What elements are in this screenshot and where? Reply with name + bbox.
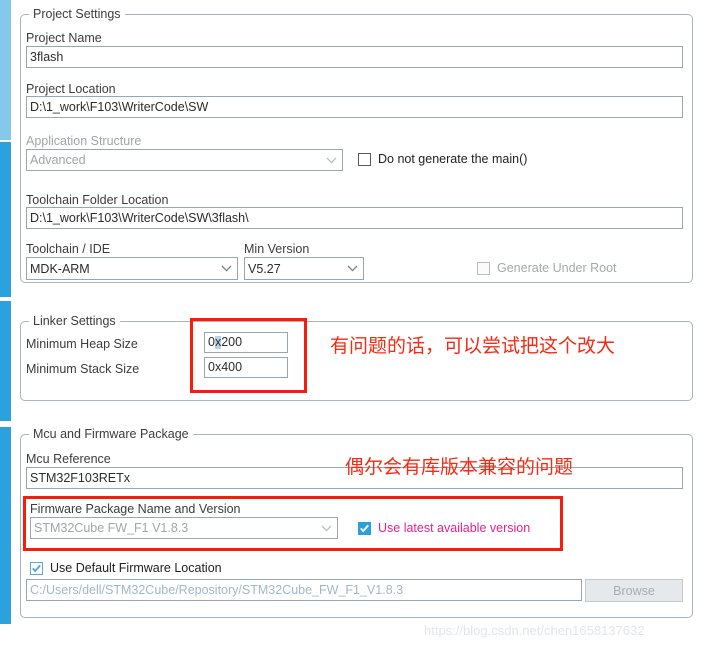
firmware-package-label: Firmware Package Name and Version bbox=[30, 502, 241, 516]
minimum-heap-size-input[interactable]: 0 x 200 bbox=[204, 332, 288, 353]
min-version-label: Min Version bbox=[244, 242, 310, 256]
toolchain-folder-location-input[interactable]: D:\1_work\F103\WriterCode\SW\3flash\ bbox=[26, 207, 683, 229]
mcu-annotation-text: 偶尔会有库版本兼容的问题 bbox=[345, 456, 574, 478]
left-rail-segment-top bbox=[0, 0, 11, 140]
application-structure-combo[interactable]: Advanced bbox=[26, 149, 343, 171]
toolchain-folder-location-label: Toolchain Folder Location bbox=[26, 193, 169, 207]
firmware-location-input: C:/Users/dell/STM32Cube/Repository/STM32… bbox=[26, 579, 582, 601]
generate-under-root-label: Generate Under Root bbox=[497, 261, 617, 275]
chevron-down-icon bbox=[323, 150, 339, 170]
min-version-combo[interactable]: V5.27 bbox=[244, 257, 364, 280]
mcu-firmware-title: Mcu and Firmware Package bbox=[29, 426, 193, 442]
chevron-down-icon bbox=[318, 518, 334, 538]
watermark-text: https://blog.csdn.net/chen1658137632 bbox=[424, 623, 645, 638]
project-settings-title: Project Settings bbox=[29, 6, 125, 22]
project-name-label: Project Name bbox=[26, 31, 102, 45]
project-name-input[interactable]: 3flash bbox=[26, 46, 683, 68]
minimum-heap-size-label: Minimum Heap Size bbox=[26, 337, 138, 351]
project-location-label: Project Location bbox=[26, 82, 116, 96]
heap-value-prefix: 0 bbox=[208, 335, 215, 350]
left-rail-segment-middle bbox=[0, 142, 11, 297]
application-structure-label: Application Structure bbox=[26, 134, 142, 148]
toolchain-ide-combo[interactable]: MDK-ARM bbox=[26, 257, 238, 280]
minimum-stack-size-label: Minimum Stack Size bbox=[26, 362, 140, 376]
stm32cubemx-project-manager-panel: Project Settings Project Name 3flash Pro… bbox=[0, 0, 707, 647]
use-latest-version-checkbox[interactable] bbox=[358, 521, 371, 535]
generate-under-root-checkbox bbox=[477, 261, 490, 275]
linker-settings-title: Linker Settings bbox=[29, 313, 120, 329]
use-default-firmware-location-label: Use Default Firmware Location bbox=[50, 561, 222, 575]
left-rail-segment-mcu bbox=[0, 427, 11, 624]
use-default-firmware-location-checkbox[interactable] bbox=[30, 561, 43, 575]
min-version-value: V5.27 bbox=[248, 261, 281, 276]
linker-annotation-text: 有问题的话，可以尝试把这个改大 bbox=[330, 335, 616, 357]
project-location-input[interactable]: D:\1_work\F103\WriterCode\SW bbox=[26, 96, 683, 118]
chevron-down-icon bbox=[218, 258, 234, 279]
mcu-reference-label: Mcu Reference bbox=[26, 452, 111, 466]
toolchain-ide-label: Toolchain / IDE bbox=[26, 242, 111, 256]
heap-value-suffix: 200 bbox=[221, 335, 243, 350]
do-not-generate-main-checkbox[interactable] bbox=[358, 152, 371, 166]
firmware-package-value: STM32Cube FW_F1 V1.8.3 bbox=[34, 521, 189, 535]
chevron-down-icon bbox=[344, 258, 360, 279]
firmware-package-combo[interactable]: STM32Cube FW_F1 V1.8.3 bbox=[30, 517, 338, 539]
generate-under-root-checkbox-row: Generate Under Root bbox=[477, 260, 617, 276]
use-latest-version-checkbox-row[interactable]: Use latest available version bbox=[358, 520, 530, 536]
do-not-generate-main-label: Do not generate the main() bbox=[378, 152, 528, 166]
use-default-firmware-location-checkbox-row[interactable]: Use Default Firmware Location bbox=[30, 560, 222, 576]
left-rail-segment-linker bbox=[0, 301, 11, 421]
do-not-generate-main-checkbox-row[interactable]: Do not generate the main() bbox=[358, 151, 527, 167]
application-structure-value: Advanced bbox=[30, 153, 86, 167]
toolchain-ide-value: MDK-ARM bbox=[30, 261, 90, 276]
browse-button: Browse bbox=[585, 579, 683, 602]
minimum-stack-size-input[interactable]: 0x400 bbox=[204, 357, 288, 378]
use-latest-version-label: Use latest available version bbox=[378, 521, 531, 535]
